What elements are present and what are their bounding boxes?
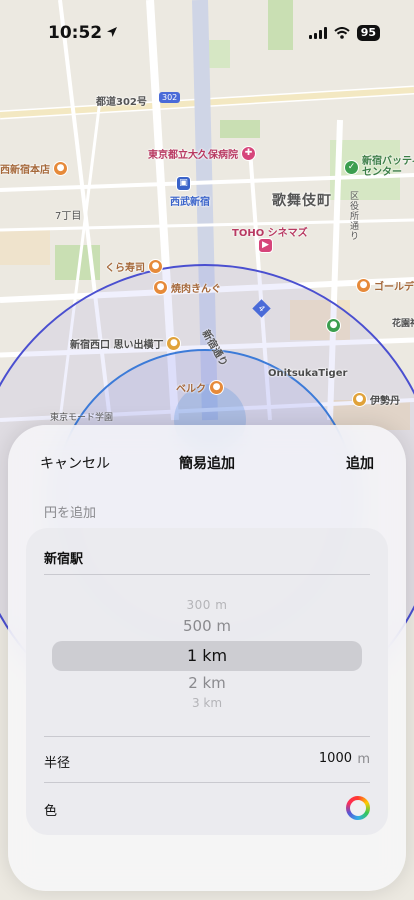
status-bar: 10:52 95 [0,0,414,54]
poi-onitsuka-label: OnitsukaTiger [268,368,348,379]
picker-option-selected[interactable]: 1 km [26,646,388,665]
color-swatch [350,800,366,816]
color-picker-well[interactable] [346,796,370,820]
add-button[interactable]: 追加 [346,453,374,473]
poi-hanazono[interactable]: 花園神 [392,316,414,329]
poi-omoide-label: 新宿西口 思い出横丁 [70,340,164,351]
poi-yakiniku-label: 焼肉きんぐ [171,284,221,295]
cellular-signal-icon [308,24,327,43]
route-302-badge: 302 [159,92,181,103]
divider [44,782,370,783]
poi-golden[interactable]: ● ゴールデ [356,278,414,293]
poi-isetan[interactable]: ● 伊勢丹 [352,392,400,407]
picker-option[interactable]: 300 m [26,598,388,612]
poi-nishishinjuku-honten[interactable]: 西新宿本店 ● [0,161,68,176]
poi-kurazushi-label: くら寿司 [105,263,145,274]
train-station-icon: ▣ [176,176,191,191]
road-label-kuyakusho: 区 役 所 通 り [350,192,360,242]
cafe-icon: ● [209,380,224,395]
poi-hospital-label: 東京都立大久保病院 [148,150,238,161]
poi-toho-label: TOHO シネマズ [232,228,308,239]
battery-indicator: 95 [356,25,380,41]
poi-toho-cinemas[interactable]: TOHO シネマズ [232,224,308,239]
poi-onitsuka[interactable]: OnitsukaTiger [268,368,347,379]
poi-isetan-label: 伊勢丹 [370,396,400,407]
district-kabukicho: 歌舞伎町 [272,193,332,209]
status-time-wrap: 10:52 [48,23,118,43]
poi-seibu-station-icon-wrap[interactable]: ▣ [176,176,191,191]
sushi-icon: ● [148,259,163,274]
poi-toho-icon-wrap[interactable]: ▶ [258,238,273,253]
hospital-icon: ✚ [241,146,256,161]
location-name-field[interactable] [44,542,370,572]
status-indicators: 95 [308,24,380,43]
radius-label: 半径 [44,756,71,771]
shopping-icon: ● [352,392,367,407]
restaurant-icon: ● [53,161,68,176]
route-4-badge-text: 4 [252,299,271,318]
radius-unit: m [357,752,370,767]
poi-honten-label: 西新宿本店 [0,165,50,176]
poi-kurazushi[interactable]: くら寿司 ● [105,259,163,274]
poi-yakiniku[interactable]: ● 焼肉きんぐ [153,280,221,295]
quick-add-sheet: キャンセル 簡易追加 追加 円を追加 300 m 500 m 1 km 2 km… [8,425,406,891]
picker-option[interactable]: 3 km [26,696,388,710]
cinema-icon: ▶ [258,238,273,253]
poi-golden-label: ゴールデ [374,282,414,293]
label-7chome: 7丁目 [55,211,82,222]
color-label: 色 [44,804,58,819]
radius-row: 半径 m [26,740,388,780]
location-arrow-icon [106,23,118,43]
poi-hanazono-icon-wrap[interactable]: ● [326,318,341,333]
park-icon: ● [326,318,341,333]
poi-batting-label: 新宿バッティ センター [362,156,414,178]
picker-option[interactable]: 2 km [26,674,388,692]
road-label-302: 都道302号 [96,97,147,108]
poi-seibu-shinjuku[interactable]: 西武新宿 [170,193,210,208]
route-302-badge-text: 302 [159,92,181,103]
color-row: 色 [26,788,388,828]
section-label-add-circle: 円を追加 [44,506,97,521]
label-mode-gakuen: 東京モード学園 [50,413,114,423]
food-icon: ● [153,280,168,295]
poi-hospital[interactable]: 東京都立大久保病院 ✚ [148,146,256,161]
poi-seibu-shinjuku-label: 西武新宿 [170,197,210,208]
poi-berg-label: ベルク [176,384,206,395]
alley-icon: ● [166,336,182,351]
poi-hanazono-label: 花園神 [392,319,414,329]
divider [44,574,370,575]
route-4-badge: 4 [252,299,271,318]
radius-input[interactable] [272,751,352,766]
cancel-button[interactable]: キャンセル [40,453,110,473]
divider [44,736,370,737]
sheet-header: キャンセル 簡易追加 追加 [8,449,406,479]
poi-batting-center[interactable]: ✓ 新宿バッティ センター [344,156,414,178]
picker-option[interactable]: 500 m [26,617,388,635]
check-icon: ✓ [344,159,359,175]
circle-settings-card: 300 m 500 m 1 km 2 km 3 km 半径 m 色 [26,528,388,835]
status-time: 10:52 [48,23,103,43]
wifi-icon [334,24,350,43]
poi-berg[interactable]: ベルク ● [176,380,224,395]
radius-picker[interactable]: 300 m 500 m 1 km 2 km 3 km [26,594,388,714]
poi-omoide[interactable]: 新宿西口 思い出横丁 ● [70,336,182,351]
golden-food-icon: ● [356,278,371,293]
